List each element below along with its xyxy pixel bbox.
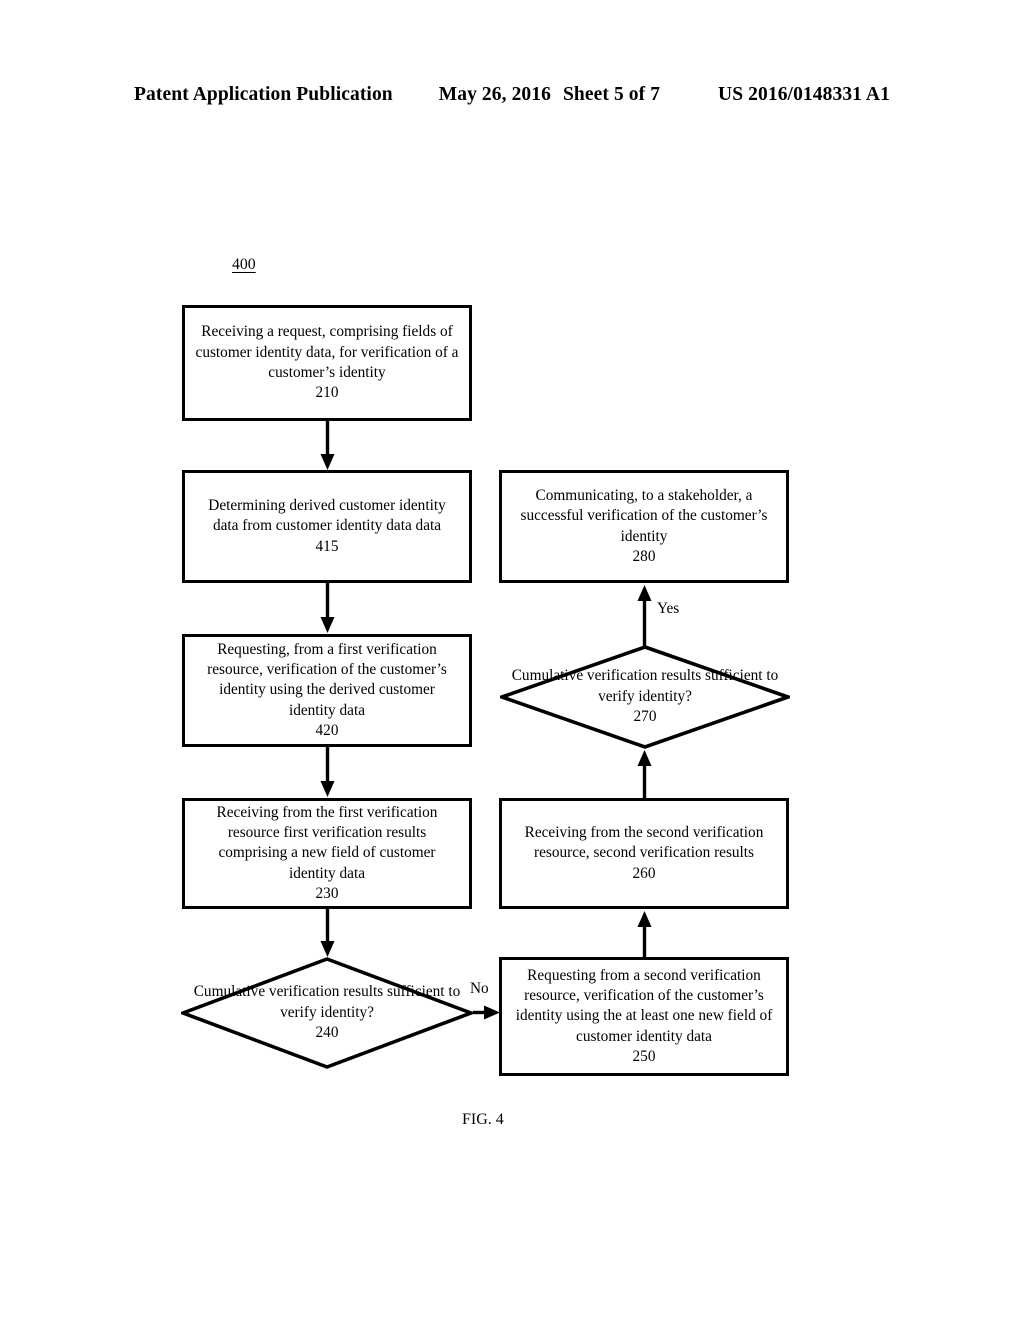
- connector-210-to-415: [318, 420, 338, 472]
- connector-260-to-270: [635, 748, 655, 800]
- edge-label-no: No: [470, 980, 489, 997]
- patent-figure-page: Patent Application Publication May 26, 2…: [0, 0, 1024, 1320]
- process-node-420-text: Requesting, from a first verification re…: [207, 640, 447, 719]
- process-node-210-content: Receiving a request, comprising fields o…: [195, 322, 459, 403]
- process-node-415-text: Determining derived customer identity da…: [208, 496, 446, 535]
- process-node-250-text: Requesting from a second verification re…: [515, 966, 773, 1045]
- process-node-420: Requesting, from a first verification re…: [182, 634, 472, 747]
- header-date: May 26, 2016: [438, 84, 551, 105]
- process-node-260-content: Receiving from the second verification r…: [512, 823, 776, 884]
- process-node-210-text: Receiving a request, comprising fields o…: [195, 323, 459, 381]
- process-node-260-number: 260: [632, 864, 656, 882]
- process-node-210: Receiving a request, comprising fields o…: [182, 305, 472, 421]
- connector-270-to-280: [635, 583, 655, 647]
- connector-250-to-260: [635, 909, 655, 959]
- process-node-250-content: Requesting from a second verification re…: [512, 966, 776, 1068]
- process-node-210-number: 210: [315, 384, 339, 402]
- connector-230-to-240: [318, 909, 338, 959]
- process-node-230-text: Receiving from the first verification re…: [216, 803, 438, 882]
- connector-240-to-250: [473, 1003, 501, 1023]
- edge-label-yes: Yes: [657, 600, 680, 617]
- process-node-280-text: Communicating, to a stakeholder, a succe…: [520, 486, 768, 545]
- publication-header: Patent Application Publication May 26, 2…: [0, 84, 1024, 112]
- process-node-260-text: Receiving from the second verification r…: [524, 823, 764, 862]
- process-node-230-content: Receiving from the first verification re…: [195, 803, 459, 905]
- process-node-230-number: 230: [315, 885, 339, 903]
- process-node-250-number: 250: [632, 1048, 656, 1066]
- process-node-420-content: Requesting, from a first verification re…: [195, 640, 459, 742]
- header-sheet-number: Sheet 5 of 7: [562, 84, 661, 105]
- process-node-415-number: 415: [315, 537, 339, 555]
- header-publication-label: Patent Application Publication: [134, 84, 393, 105]
- decision-node-240: Cumulative verification results sufficie…: [181, 957, 473, 1069]
- figure-reference-numeral: 400: [232, 256, 256, 273]
- connector-420-to-230: [318, 747, 338, 799]
- header-publication-number: US 2016/0148331 A1: [718, 84, 890, 105]
- process-node-415-content: Determining derived customer identity da…: [195, 496, 459, 557]
- process-node-280-number: 280: [632, 547, 656, 565]
- process-node-420-number: 420: [315, 722, 339, 740]
- process-node-260: Receiving from the second verification r…: [499, 798, 789, 909]
- process-node-280: Communicating, to a stakeholder, a succe…: [499, 470, 789, 583]
- connector-415-to-420: [318, 583, 338, 635]
- decision-node-270: Cumulative verification results sufficie…: [500, 645, 790, 749]
- process-node-230: Receiving from the first verification re…: [182, 798, 472, 909]
- process-node-415: Determining derived customer identity da…: [182, 470, 472, 583]
- process-node-250: Requesting from a second verification re…: [499, 957, 789, 1076]
- process-node-280-content: Communicating, to a stakeholder, a succe…: [512, 486, 776, 567]
- figure-caption: FIG. 4: [462, 1111, 504, 1128]
